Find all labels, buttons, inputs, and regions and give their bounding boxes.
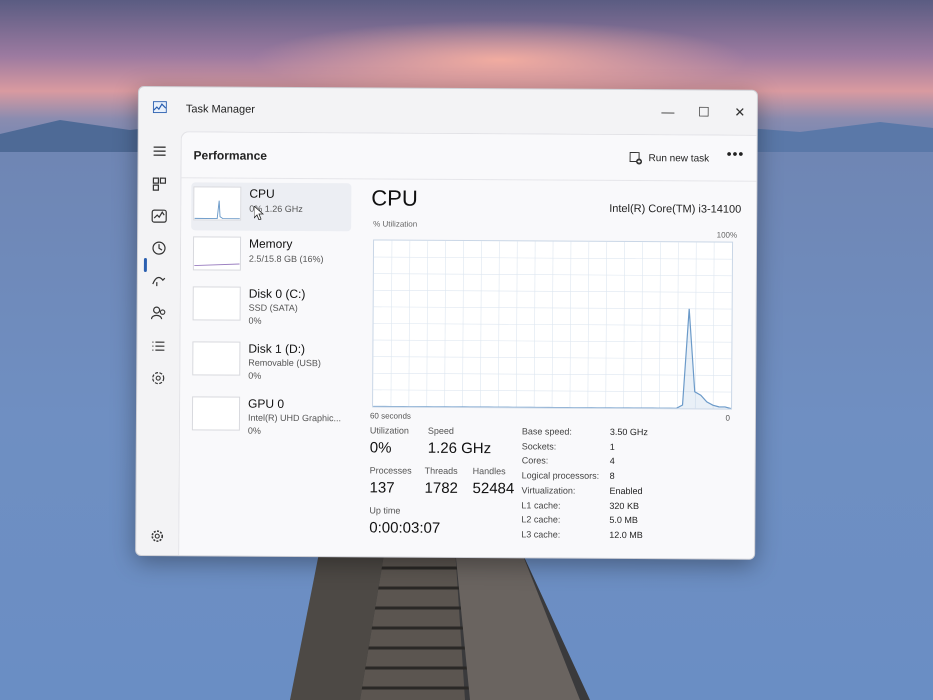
- spec-key: Base speed:: [521, 426, 572, 437]
- spec-value: Enabled: [609, 485, 643, 496]
- run-new-task-button[interactable]: Run new task: [629, 147, 710, 169]
- resource-name: Disk 1 (D:): [248, 341, 306, 357]
- disk-1-thumbnail-graph: [192, 341, 241, 376]
- maximize-button[interactable]: ☐: [687, 100, 721, 124]
- minimize-button[interactable]: —: [651, 100, 685, 124]
- detail-title: CPU: [371, 185, 418, 211]
- performance-icon[interactable]: [149, 206, 169, 226]
- cpu-specs: Base speed: 3.50 GHz Sockets: 1 Cores: 4 Logic…: [371, 183, 741, 540]
- utilization-value: 0%: [369, 439, 392, 457]
- resource-usage: 0%: [248, 315, 262, 326]
- task-manager-app-icon: [152, 101, 167, 114]
- graph-min-label: 0: [725, 413, 731, 423]
- resource-name: GPU 0: [248, 396, 285, 411]
- resource-detail: Removable (USB): [248, 357, 321, 369]
- disk-0-thumbnail-graph: [192, 286, 241, 321]
- more-options-button[interactable]: •••: [727, 146, 745, 162]
- resource-item-disk-1[interactable]: Disk 1 (D:) Removable (USB) 0%: [190, 337, 350, 386]
- resource-detail: 2.5/15.8 GB (16%): [248, 253, 324, 265]
- resource-item-memory[interactable]: Memory 2.5/15.8 GB (16%): [191, 232, 351, 281]
- spec-value: 320 KB: [609, 500, 640, 511]
- spec-key: Logical processors:: [521, 470, 600, 481]
- memory-thumbnail-graph: [192, 236, 242, 271]
- resource-name: Memory: [248, 236, 293, 251]
- run-new-task-label: Run new task: [648, 152, 710, 164]
- speed-label: Speed: [427, 425, 454, 436]
- spec-value: 4: [609, 456, 615, 467]
- threads-label: Threads: [424, 465, 458, 476]
- graph-max-label: 100%: [716, 230, 738, 240]
- utilization-axis-label: % Utilization: [373, 219, 418, 229]
- details-icon[interactable]: [148, 336, 168, 356]
- run-task-icon: [629, 151, 643, 165]
- processes-value: 137: [369, 479, 395, 497]
- spec-key: L2 cache:: [521, 514, 561, 525]
- spec-value: 5.0 MB: [609, 515, 638, 526]
- page-header: Performance Run new task •••: [181, 132, 757, 182]
- gpu-thumbnail-graph: [191, 396, 241, 431]
- resource-detail: Intel(R) UHD Graphic...: [247, 412, 342, 424]
- title-bar: Task Manager — ☐ ✕: [139, 87, 757, 135]
- active-nav-indicator: [143, 258, 147, 273]
- uptime-label: Up time: [369, 505, 401, 516]
- uptime-value: 0:00:03:07: [369, 519, 441, 537]
- spec-key: Sockets:: [521, 441, 557, 452]
- resource-detail: SSD (SATA): [248, 302, 298, 313]
- resource-usage: 0%: [247, 425, 261, 436]
- spec-value: 1: [609, 441, 615, 452]
- handles-value: 52484: [472, 480, 515, 498]
- cpu-model: Intel(R) Core(TM) i3-14100: [609, 202, 742, 216]
- close-button[interactable]: ✕: [723, 101, 757, 125]
- spec-key: L1 cache:: [521, 499, 561, 511]
- resource-usage: 0%: [248, 370, 262, 381]
- spec-value: 8: [609, 470, 615, 482]
- resource-list: CPU 0% 1.26 GHz Memory 2.5/15.8 GB (16%)…: [189, 182, 352, 556]
- resource-item-disk-0[interactable]: Disk 0 (C:) SSD (SATA) 0%: [191, 282, 351, 331]
- cpu-thumbnail-graph: [193, 186, 242, 221]
- utilization-label: Utilization: [369, 425, 409, 436]
- mouse-cursor-icon: [254, 206, 264, 220]
- spec-key: Cores:: [521, 455, 549, 466]
- processes-label: Processes: [369, 465, 412, 476]
- cpu-utilization-graph: [372, 239, 734, 410]
- handles-label: Handles: [472, 466, 506, 477]
- services-icon[interactable]: [148, 368, 168, 388]
- content-pane: Performance Run new task ••• CPU 0% 1.26…: [178, 131, 757, 559]
- resource-name: CPU: [249, 186, 275, 201]
- settings-icon[interactable]: [147, 526, 167, 546]
- users-icon[interactable]: [149, 303, 169, 323]
- window-title: Task Manager: [185, 103, 255, 116]
- cpu-detail-panel: CPU Intel(R) Core(TM) i3-14100 % Utiliza…: [369, 183, 741, 558]
- startup-apps-icon[interactable]: [149, 271, 169, 291]
- graph-time-label: 60 seconds: [369, 411, 411, 421]
- spec-value: 12.0 MB: [609, 529, 643, 540]
- navigation-rail: [136, 131, 181, 555]
- speed-value: 1.26 GHz: [427, 439, 492, 458]
- page-title: Performance: [193, 148, 267, 163]
- menu-icon[interactable]: [150, 141, 170, 161]
- resource-item-gpu-0[interactable]: GPU 0 Intel(R) UHD Graphic... 0%: [190, 392, 350, 441]
- spec-key: L3 cache:: [521, 529, 561, 540]
- spec-key: Virtualization:: [521, 485, 576, 496]
- resource-name: Disk 0 (C:): [248, 286, 306, 302]
- task-manager-window: Task Manager — ☐ ✕ Performance Run new t…: [135, 86, 758, 560]
- spec-value: 3.50 GHz: [609, 426, 648, 438]
- resource-item-cpu[interactable]: CPU 0% 1.26 GHz: [191, 182, 352, 232]
- threads-value: 1782: [424, 479, 458, 497]
- app-history-icon[interactable]: [149, 238, 169, 258]
- wooden-pier: [290, 548, 590, 700]
- processes-icon[interactable]: [149, 174, 169, 194]
